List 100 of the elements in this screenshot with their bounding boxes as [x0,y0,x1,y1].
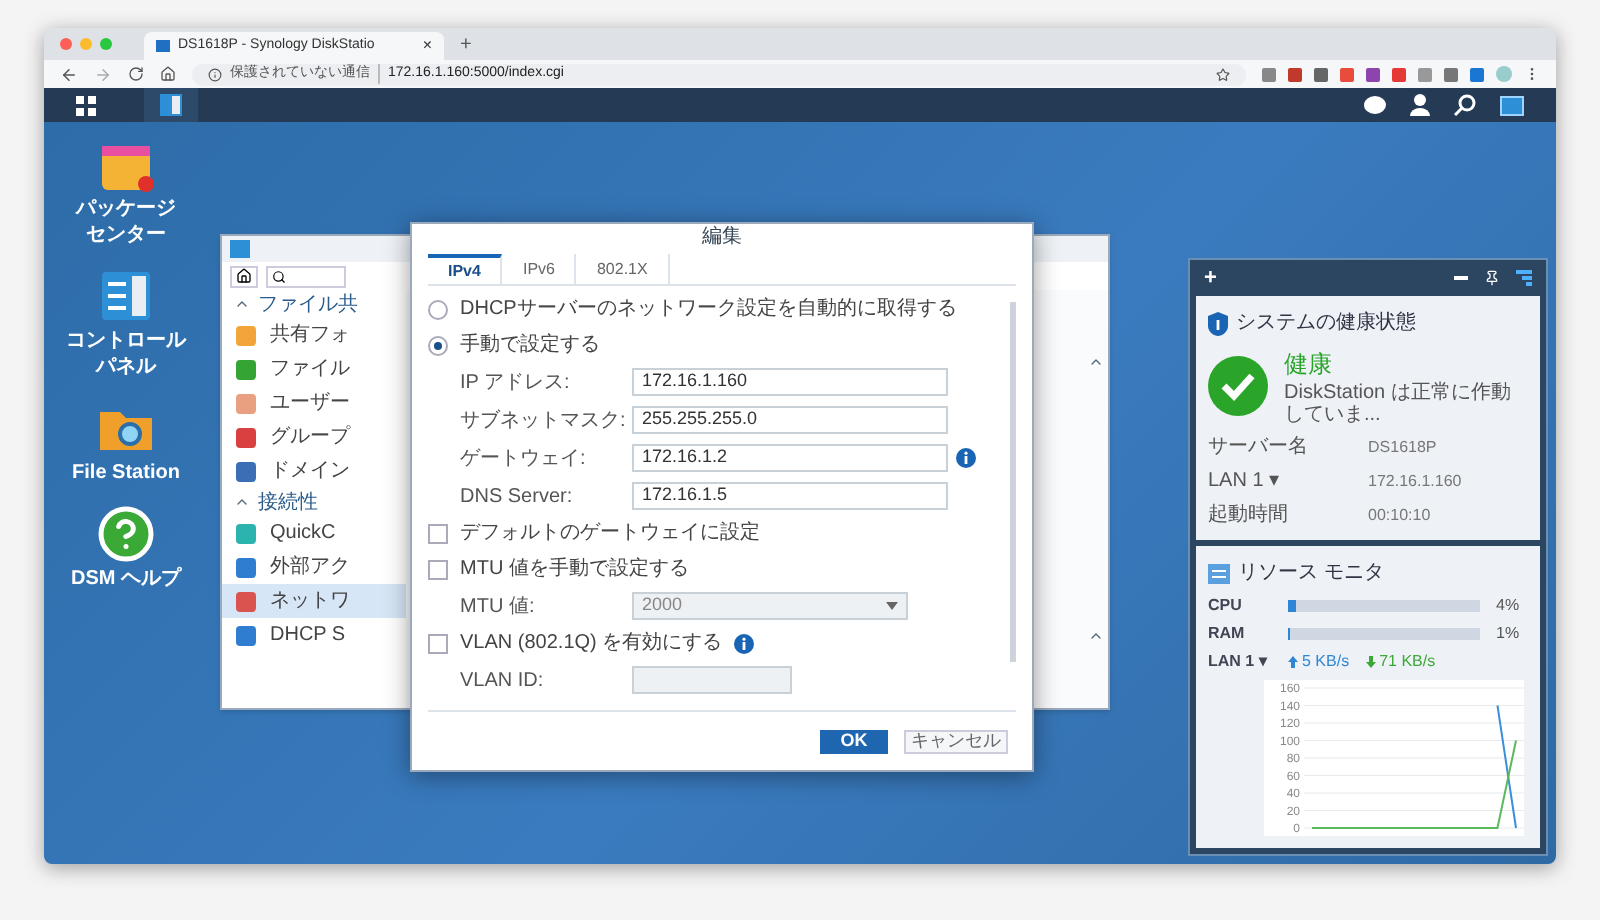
search-field[interactable] [266,265,346,287]
group-icon [234,425,258,449]
sidebar-item[interactable]: ユーザー [222,386,406,420]
upload-rate: 5 KB/s [1302,650,1350,674]
input-field[interactable]: 172.16.1.160 [632,368,948,396]
radio-label: 手動で設定する [460,331,600,360]
sidebar-item[interactable]: QuickC [222,516,406,550]
tab[interactable]: 802.1X [576,254,670,284]
download-rate: 71 KB/s [1379,650,1436,674]
scrollbar[interactable] [1010,302,1016,662]
ok-button[interactable]: OK [820,729,888,753]
radio-button[interactable] [428,299,448,319]
input-field[interactable]: 255.255.255.0 [632,406,948,434]
taskbar-app-button[interactable] [144,88,198,122]
widget-layout-icon[interactable] [1516,270,1532,286]
desktop-icon-label[interactable]: パッケージ [76,198,176,220]
sidebar-item[interactable]: グループ [222,420,406,454]
meter-reading: 1% [1496,622,1520,646]
file-icon [234,357,258,381]
chevron-icon[interactable] [1088,628,1104,644]
down-arrow-icon [1365,656,1376,668]
main-menu-icon[interactable] [76,95,96,115]
cancel-button[interactable]: キャンセル [904,729,1008,753]
info-value: DS1618P [1368,435,1437,459]
reload-icon[interactable] [128,66,144,82]
sidebar-item[interactable]: ドメイン [222,454,406,488]
user-icon[interactable] [1410,94,1430,116]
home-button[interactable] [230,265,258,287]
checkbox[interactable] [428,523,448,543]
desktop-icon-label[interactable]: センター [86,224,166,246]
sidebar-item[interactable]: ファイル [222,352,406,386]
shield-info-icon [1208,311,1228,335]
input-field[interactable]: 172.16.1.5 [632,482,948,510]
field-label: ゲートウェイ: [460,445,588,473]
desktop-icon-label[interactable]: DSM ヘルプ [71,568,181,590]
sidebar-item[interactable]: 共有フォ [222,318,406,352]
chat-icon[interactable] [1364,95,1386,115]
chevron-icon[interactable] [234,296,250,312]
globe-icon [234,555,258,579]
info-value: 00:10:10 [1368,503,1431,527]
new-tab-button[interactable]: + [460,32,472,60]
field-label: サブネットマスク: [460,407,628,435]
info-icon[interactable] [734,633,755,653]
checkbox-label: MTU 値を手動で設定する [460,555,689,584]
radio-button[interactable] [428,335,448,355]
info-label: LAN 1 ▾ [1208,468,1282,496]
home-icon [236,268,252,284]
desktop-icon-label[interactable]: File Station [72,462,180,484]
meter-reading: 4% [1496,594,1520,618]
section-header: 接続性 [258,489,318,517]
radio-label: DHCPサーバーのネットワーク設定を自動的に取得する [460,295,957,324]
meter-label: RAM [1208,622,1247,646]
bookmark-star-icon[interactable] [1216,67,1230,81]
quick-icon [234,521,258,545]
widgets-icon[interactable] [1500,95,1524,115]
section-header: ファイル共 [258,291,358,319]
sidebar-item[interactable]: ネットワ [222,584,406,618]
control-panel-icon [160,94,182,116]
control-panel-icon [96,266,156,326]
share-icon [234,323,258,347]
checkbox[interactable] [428,633,448,653]
field-label: IP アドレス: [460,369,572,397]
tab[interactable]: IPv4 [428,254,503,284]
control-panel-icon [230,240,250,258]
dhcp-icon [234,623,258,647]
field-label: DNS Server: [460,483,575,511]
home-icon[interactable] [160,66,176,82]
pin-icon[interactable] [1484,270,1500,286]
checkbox[interactable] [428,559,448,579]
chevron-icon[interactable] [1088,354,1104,370]
search-icon[interactable] [1454,94,1476,116]
domain-icon [234,459,258,483]
tab-close-button[interactable]: × [422,34,432,58]
sidebar-item[interactable]: DHCP S [222,618,406,652]
health-message: DiskStation は正常に作動していま... [1284,382,1513,426]
info-icon[interactable] [208,67,222,81]
info-value: 172.16.1.160 [1368,469,1462,493]
lan-selector[interactable]: LAN 1 ▾ [1208,650,1272,674]
field-label: VLAN ID: [460,667,546,695]
up-arrow-icon [1288,656,1298,668]
add-widget-button[interactable]: + [1204,267,1217,289]
help-icon [96,504,156,564]
site-favicon [156,40,170,52]
desktop-icon-label[interactable]: パネル [96,356,156,378]
widget-title: リソース モニタ [1238,560,1384,588]
checkbox-label: VLAN (802.1Q) を有効にする [460,629,723,658]
sidebar-item[interactable]: 外部アク [222,550,406,584]
back-icon[interactable] [60,65,78,83]
user-icon [234,391,258,415]
field-label: MTU 値: [460,593,537,621]
checkbox-label: デフォルトのゲートウェイに設定 [460,519,760,548]
health-status: 健康 [1284,348,1334,382]
desktop-icon-label[interactable]: コントロール [66,330,186,352]
input-field[interactable]: 172.16.1.2 [632,444,948,472]
info-label: 起動時間 [1208,501,1290,530]
info-label: サーバー名 [1208,434,1310,462]
info-icon[interactable] [956,448,976,468]
network-icon [234,589,258,613]
tab[interactable]: IPv6 [502,254,577,284]
chevron-icon[interactable] [234,494,250,510]
